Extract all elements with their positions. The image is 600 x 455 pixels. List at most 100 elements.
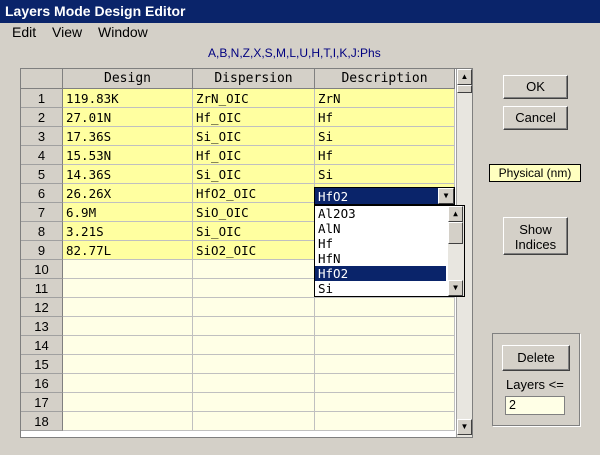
design-cell[interactable] [63,374,193,393]
design-cell[interactable] [63,336,193,355]
design-cell[interactable]: 14.36S [63,165,193,184]
dispersion-cell[interactable] [193,298,315,317]
dropdown-scroll-up[interactable]: ▲ [448,206,463,222]
table-row[interactable]: 16 [21,374,455,393]
layers-input[interactable]: 2 [505,396,565,415]
design-cell[interactable]: 3.21S [63,222,193,241]
ok-button[interactable]: OK [503,75,568,99]
row-number[interactable]: 14 [21,336,63,355]
description-cell[interactable]: Hf [315,146,455,165]
design-cell[interactable] [63,355,193,374]
design-cell[interactable]: 26.26X [63,184,193,203]
description-cell[interactable] [315,393,455,412]
dispersion-cell[interactable]: Hf_OIC [193,146,315,165]
column-header-dispersion[interactable]: Dispersion [193,69,315,89]
row-number[interactable]: 17 [21,393,63,412]
dispersion-cell[interactable]: Si_OIC [193,222,315,241]
table-row[interactable]: 5 14.36S Si_OIC Si [21,165,455,184]
row-number[interactable]: 1 [21,89,63,108]
dispersion-cell[interactable] [193,336,315,355]
row-number[interactable]: 8 [21,222,63,241]
description-combo[interactable]: HfO2 ▼ [314,187,455,205]
menu-view[interactable]: View [52,24,82,40]
table-row[interactable]: 1 119.83K ZrN_OIC ZrN [21,89,455,108]
description-cell[interactable] [315,355,455,374]
dropdown-option[interactable]: HfN [315,251,446,266]
menu-window[interactable]: Window [98,24,148,40]
description-cell[interactable]: Si [315,165,455,184]
dispersion-cell[interactable] [193,412,315,431]
design-cell[interactable]: 119.83K [63,89,193,108]
dropdown-option[interactable]: HfO2 [315,266,446,281]
dispersion-cell[interactable]: HfO2_OIC [193,184,315,203]
menu-edit[interactable]: Edit [12,24,36,40]
dropdown-option[interactable]: AlN [315,221,446,236]
dropdown-option[interactable]: Al2O3 [315,206,446,221]
design-cell[interactable] [63,298,193,317]
dispersion-cell[interactable]: ZrN_OIC [193,89,315,108]
scroll-down-button[interactable]: ▼ [457,419,472,435]
table-row[interactable]: 3 17.36S Si_OIC Si [21,127,455,146]
dispersion-cell[interactable] [193,260,315,279]
description-cell[interactable] [315,336,455,355]
table-row[interactable]: 15 [21,355,455,374]
scroll-up-button[interactable]: ▲ [457,69,472,85]
dispersion-cell[interactable] [193,279,315,298]
row-number[interactable]: 9 [21,241,63,260]
row-number[interactable]: 15 [21,355,63,374]
column-header-description[interactable]: Description [315,69,455,89]
dispersion-cell[interactable]: SiO_OIC [193,203,315,222]
table-row[interactable]: 4 15.53N Hf_OIC Hf [21,146,455,165]
design-cell[interactable]: 17.36S [63,127,193,146]
delete-button[interactable]: Delete [502,345,570,371]
row-number[interactable]: 18 [21,412,63,431]
description-cell[interactable]: Hf [315,108,455,127]
dispersion-cell[interactable]: Si_OIC [193,165,315,184]
table-row[interactable]: 17 [21,393,455,412]
design-cell[interactable] [63,317,193,336]
dispersion-cell[interactable]: Si_OIC [193,127,315,146]
chevron-down-icon[interactable]: ▼ [438,188,454,204]
table-row[interactable]: 2 27.01N Hf_OIC Hf [21,108,455,127]
design-cell[interactable] [63,260,193,279]
row-number[interactable]: 13 [21,317,63,336]
row-number[interactable]: 10 [21,260,63,279]
description-cell[interactable]: Si [315,127,455,146]
row-number[interactable]: 2 [21,108,63,127]
dispersion-cell[interactable] [193,317,315,336]
design-cell[interactable] [63,412,193,431]
row-number[interactable]: 7 [21,203,63,222]
dropdown-scroll-down[interactable]: ▼ [448,280,463,296]
description-cell[interactable] [315,317,455,336]
design-cell[interactable]: 15.53N [63,146,193,165]
table-row[interactable]: 14 [21,336,455,355]
table-row[interactable]: 18 [21,412,455,431]
description-dropdown-list[interactable]: Al2O3 AlN Hf HfN HfO2 Si ▲ ▼ [314,205,465,297]
description-cell[interactable] [315,298,455,317]
description-cell[interactable] [315,374,455,393]
scroll-thumb[interactable] [457,85,472,93]
design-cell[interactable] [63,393,193,412]
dispersion-cell[interactable] [193,355,315,374]
dropdown-option[interactable]: Si [315,281,446,296]
column-header-design[interactable]: Design [63,69,193,89]
table-row[interactable]: 12 [21,298,455,317]
dispersion-cell[interactable] [193,374,315,393]
row-number[interactable]: 3 [21,127,63,146]
dropdown-option[interactable]: Hf [315,236,446,251]
row-number[interactable]: 11 [21,279,63,298]
row-number[interactable]: 16 [21,374,63,393]
dropdown-scroll-thumb[interactable] [448,222,463,244]
dispersion-cell[interactable]: Hf_OIC [193,108,315,127]
design-cell[interactable] [63,279,193,298]
row-number[interactable]: 12 [21,298,63,317]
design-cell[interactable]: 27.01N [63,108,193,127]
show-indices-button[interactable]: Show Indices [503,217,568,255]
description-cell[interactable] [315,412,455,431]
dispersion-cell[interactable]: SiO2_OIC [193,241,315,260]
dispersion-cell[interactable] [193,393,315,412]
design-cell[interactable]: 82.77L [63,241,193,260]
design-cell[interactable]: 6.9M [63,203,193,222]
row-number[interactable]: 4 [21,146,63,165]
table-row[interactable]: 13 [21,317,455,336]
